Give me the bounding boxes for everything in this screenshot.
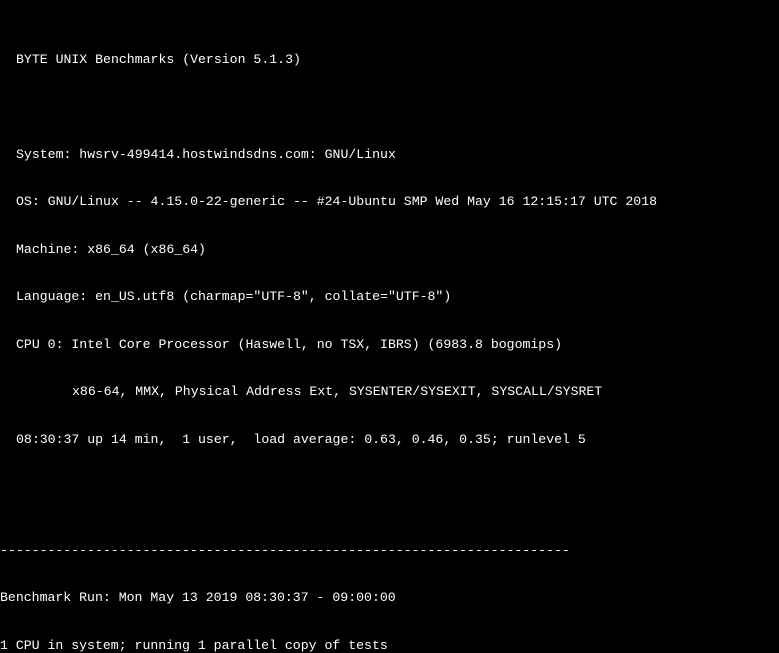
language-line: Language: en_US.utf8 (charmap="UTF-8", c… xyxy=(0,289,779,305)
blank-line xyxy=(0,479,779,495)
terminal-output: BYTE UNIX Benchmarks (Version 5.1.3) Sys… xyxy=(0,0,779,653)
blank-line xyxy=(0,99,779,115)
system-line: System: hwsrv-499414.hostwindsdns.com: G… xyxy=(0,147,779,163)
os-line: OS: GNU/Linux -- 4.15.0-22-generic -- #2… xyxy=(0,194,779,210)
run-config: 1 CPU in system; running 1 parallel copy… xyxy=(0,638,779,653)
header-title: BYTE UNIX Benchmarks (Version 5.1.3) xyxy=(0,52,779,68)
uptime-line: 08:30:37 up 14 min, 1 user, load average… xyxy=(0,432,779,448)
run-when: Benchmark Run: Mon May 13 2019 08:30:37 … xyxy=(0,590,779,606)
cpu-features-line: x86-64, MMX, Physical Address Ext, SYSEN… xyxy=(0,384,779,400)
divider: ----------------------------------------… xyxy=(0,543,779,559)
cpu-line: CPU 0: Intel Core Processor (Haswell, no… xyxy=(0,337,779,353)
machine-line: Machine: x86_64 (x86_64) xyxy=(0,242,779,258)
